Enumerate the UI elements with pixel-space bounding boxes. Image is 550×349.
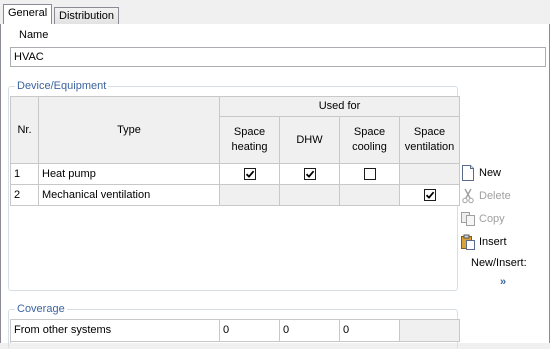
header-type: Type <box>39 97 220 164</box>
name-label: Name <box>19 29 49 41</box>
row1-space-cooling-cell <box>340 164 400 185</box>
row1-space-heating-checkbox[interactable] <box>243 168 256 180</box>
header-nr: Nr. <box>11 97 39 164</box>
coverage-space-ventilation <box>400 320 460 342</box>
checkmark-icon <box>305 170 314 178</box>
new-document-icon <box>460 165 476 181</box>
checkmark-icon <box>245 170 254 178</box>
coverage-space-cooling[interactable]: 0 <box>340 320 400 342</box>
name-input[interactable]: HVAC <box>10 47 546 67</box>
row2-space-ventilation-checkbox[interactable] <box>423 189 436 201</box>
device-equipment-title: Device/Equipment <box>15 79 109 93</box>
header-dhw: DHW <box>280 117 340 164</box>
tab-general[interactable]: General <box>3 4 53 24</box>
insert-button-label: Insert <box>479 236 507 248</box>
row1-dhw-cell <box>280 164 340 185</box>
header-space-ventilation: Space ventilation <box>400 117 460 164</box>
row2-space-ventilation-cell <box>400 185 460 206</box>
more-options-button[interactable]: » <box>500 276 506 288</box>
header-space-cooling: Space cooling <box>340 117 400 164</box>
row1-space-ventilation-cell <box>400 164 460 185</box>
new-button-label: New <box>479 167 502 179</box>
tab-distribution[interactable]: Distribution <box>54 7 120 24</box>
copy-icon <box>460 211 476 227</box>
coverage-title: Coverage <box>15 302 67 316</box>
insert-button[interactable]: Insert <box>460 232 507 252</box>
checkmark-icon <box>425 191 434 199</box>
copy-button[interactable]: Copy <box>460 209 505 229</box>
scissors-icon <box>460 188 476 204</box>
row1-dhw-checkbox[interactable] <box>303 168 316 180</box>
coverage-dhw[interactable]: 0 <box>280 320 340 342</box>
copy-button-label: Copy <box>479 213 505 225</box>
tab-bar: General Distribution <box>0 0 550 26</box>
row2-type[interactable]: Mechanical ventilation <box>39 185 220 206</box>
device-table: Nr. Type Used for Space heating DHW Spac… <box>10 96 460 206</box>
new-insert-label: New/Insert: <box>471 257 527 269</box>
row2-nr[interactable]: 2 <box>11 185 39 206</box>
coverage-row-label: From other systems <box>11 320 220 342</box>
row1-type[interactable]: Heat pump <box>39 164 220 185</box>
header-used-for: Used for <box>220 97 460 117</box>
new-button[interactable]: New <box>460 163 501 183</box>
row2-dhw-cell <box>280 185 340 206</box>
paste-clipboard-icon <box>460 234 476 250</box>
header-space-heating: Space heating <box>220 117 280 164</box>
row1-space-heating-cell <box>220 164 280 185</box>
row1-space-cooling-checkbox[interactable] <box>363 168 376 180</box>
row2-space-cooling-cell <box>340 185 400 206</box>
coverage-space-heating[interactable]: 0 <box>220 320 280 342</box>
coverage-table: From other systems 0 0 0 <box>10 319 460 343</box>
row2-space-heating-cell <box>220 185 280 206</box>
delete-button-label: Delete <box>479 190 511 202</box>
delete-button[interactable]: Delete <box>460 186 511 206</box>
row1-nr[interactable]: 1 <box>11 164 39 185</box>
